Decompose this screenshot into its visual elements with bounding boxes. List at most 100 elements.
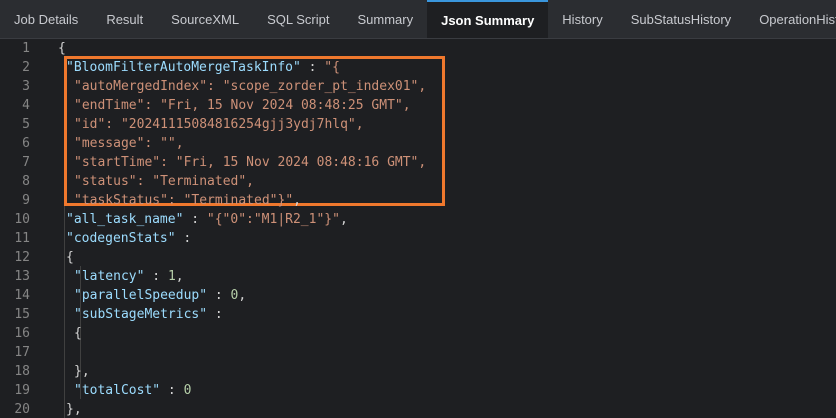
line-number: 6 bbox=[22, 136, 30, 151]
json-key: "all_task_name" bbox=[66, 212, 184, 227]
json-punct: , bbox=[293, 193, 301, 208]
line-number: 3 bbox=[22, 79, 30, 94]
code-line: 5 "id": "20241115084816254gjj3ydj7hlq", bbox=[0, 115, 836, 134]
json-string: "message": "", bbox=[74, 136, 184, 151]
json-number: 1 bbox=[167, 269, 176, 284]
line-number: 10 bbox=[14, 212, 30, 227]
json-string: "{ bbox=[324, 60, 340, 75]
tab-json-summary[interactable]: Json Summary bbox=[427, 0, 549, 38]
code-text: "BloomFilterAutoMergeTaskInfo" : "{ bbox=[66, 58, 340, 77]
code-text: "codegenStats" : bbox=[66, 229, 191, 248]
json-punct: : bbox=[207, 307, 223, 322]
code-line: 2 "BloomFilterAutoMergeTaskInfo" : "{ bbox=[0, 58, 836, 77]
tab-job-details[interactable]: Job Details bbox=[0, 0, 92, 38]
code-text: { bbox=[66, 248, 74, 267]
json-string: "{"0":"M1|R2_1"}" bbox=[206, 212, 340, 227]
json-punct: { bbox=[74, 326, 82, 341]
code-line: 1{ bbox=[0, 39, 836, 58]
code-text: "status": "Terminated", bbox=[74, 172, 254, 191]
json-punct: : bbox=[300, 60, 325, 75]
json-key: "parallelSpeedup" bbox=[74, 288, 208, 303]
json-number: 0 bbox=[183, 383, 192, 398]
json-punct: : bbox=[160, 383, 184, 398]
line-number: 2 bbox=[22, 60, 30, 75]
code-line: 7 "startTime": "Fri, 15 Nov 2024 08:48:16… bbox=[0, 153, 836, 172]
code-line: 11 "codegenStats" : bbox=[0, 229, 836, 248]
code-text: "all_task_name" : "{"0":"M1|R2_1"}", bbox=[66, 210, 348, 229]
code-text: "totalCost" : 0 bbox=[74, 381, 191, 400]
code-line: 3 "autoMergedIndex": "scope_zorder_pt_ind… bbox=[0, 77, 836, 96]
line-number: 15 bbox=[14, 307, 30, 322]
line-number: 11 bbox=[14, 231, 30, 246]
json-punct: , bbox=[339, 212, 348, 227]
tab-sourcexml[interactable]: SourceXML bbox=[157, 0, 253, 38]
json-string: "taskStatus": "Terminated"}" bbox=[74, 193, 294, 208]
json-string: "status": "Terminated", bbox=[74, 174, 255, 189]
tab-sql-script[interactable]: SQL Script bbox=[253, 0, 343, 38]
code-line: 19 "totalCost" : 0 bbox=[0, 381, 836, 400]
json-string: "autoMergedIndex": "scope_zorder_pt_inde… bbox=[74, 79, 427, 94]
tab-history[interactable]: History bbox=[548, 0, 616, 38]
json-punct: }, bbox=[74, 364, 90, 379]
code-text: "autoMergedIndex": "scope_zorder_pt_inde… bbox=[74, 77, 426, 96]
json-string: "id": "20241115084816254gjj3ydj7hlq", bbox=[74, 117, 364, 132]
json-punct: { bbox=[58, 41, 66, 56]
code-text: "subStageMetrics" : bbox=[74, 305, 223, 324]
json-punct: : bbox=[207, 288, 231, 303]
code-text: "id": "20241115084816254gjj3ydj7hlq", bbox=[74, 115, 364, 134]
tab-operationhistory[interactable]: OperationHistory bbox=[745, 0, 836, 38]
code-text: { bbox=[74, 324, 82, 343]
line-number: 14 bbox=[14, 288, 30, 303]
line-number: 16 bbox=[14, 326, 30, 341]
json-key: "totalCost" bbox=[74, 383, 161, 398]
code-line: 6 "message": "", bbox=[0, 134, 836, 153]
code-line: 13 "latency" : 1, bbox=[0, 267, 836, 286]
json-key: "subStageMetrics" bbox=[74, 307, 208, 322]
code-text: }, bbox=[74, 362, 90, 381]
code-text: "startTime": "Fri, 15 Nov 2024 08:48:16 … bbox=[74, 153, 426, 172]
line-number: 12 bbox=[14, 250, 30, 265]
code-line: 15 "subStageMetrics" : bbox=[0, 305, 836, 324]
code-line: 17 bbox=[0, 343, 836, 362]
line-number: 5 bbox=[22, 117, 30, 132]
line-number: 20 bbox=[14, 402, 30, 417]
code-line: 10 "all_task_name" : "{"0":"M1|R2_1"}", bbox=[0, 210, 836, 229]
code-text: "latency" : 1, bbox=[74, 267, 184, 286]
code-text: "parallelSpeedup" : 0, bbox=[74, 286, 246, 305]
line-number: 1 bbox=[22, 41, 30, 56]
json-punct: , bbox=[175, 269, 184, 284]
json-key: "codegenStats" bbox=[66, 231, 176, 246]
code-line: 14 "parallelSpeedup" : 0, bbox=[0, 286, 836, 305]
json-punct: : bbox=[183, 212, 207, 227]
line-number: 17 bbox=[14, 345, 30, 360]
json-string: "endTime": "Fri, 15 Nov 2024 08:48:25 GM… bbox=[74, 98, 411, 113]
json-key: "latency" bbox=[74, 269, 145, 284]
code-line: 4 "endTime": "Fri, 15 Nov 2024 08:48:25 G… bbox=[0, 96, 836, 115]
code-line: 18}, bbox=[0, 362, 836, 381]
code-line: 12 { bbox=[0, 248, 836, 267]
line-number: 7 bbox=[22, 155, 30, 170]
code-line: 9 "taskStatus": "Terminated"}", bbox=[0, 191, 836, 210]
line-number: 9 bbox=[22, 193, 30, 208]
tab-bar: Job Details Result SourceXML SQL Script Summ… bbox=[0, 0, 836, 39]
code-text: { bbox=[58, 39, 66, 58]
code-line: 20}, bbox=[0, 400, 836, 418]
line-number: 18 bbox=[14, 364, 30, 379]
json-punct: }, bbox=[66, 402, 82, 417]
json-code-editor[interactable]: 1{2 "BloomFilterAutoMergeTaskInfo" : "{3 "… bbox=[0, 38, 836, 418]
code-text: }, bbox=[66, 400, 82, 418]
json-key: "BloomFilterAutoMergeTaskInfo" bbox=[66, 60, 301, 75]
tab-result[interactable]: Result bbox=[92, 0, 157, 38]
code-text: "taskStatus": "Terminated"}", bbox=[74, 191, 301, 210]
json-punct: , bbox=[238, 288, 247, 303]
code-line: 16 { bbox=[0, 324, 836, 343]
line-number: 4 bbox=[22, 98, 30, 113]
json-punct: { bbox=[66, 250, 74, 265]
tab-summary[interactable]: Summary bbox=[343, 0, 427, 38]
code-line: 8 "status": "Terminated", bbox=[0, 172, 836, 191]
code-text: "message": "", bbox=[74, 134, 184, 153]
line-number: 13 bbox=[14, 269, 30, 284]
code-text: "endTime": "Fri, 15 Nov 2024 08:48:25 GM… bbox=[74, 96, 411, 115]
tab-substatushistory[interactable]: SubStatusHistory bbox=[617, 0, 745, 38]
line-number: 19 bbox=[14, 383, 30, 398]
